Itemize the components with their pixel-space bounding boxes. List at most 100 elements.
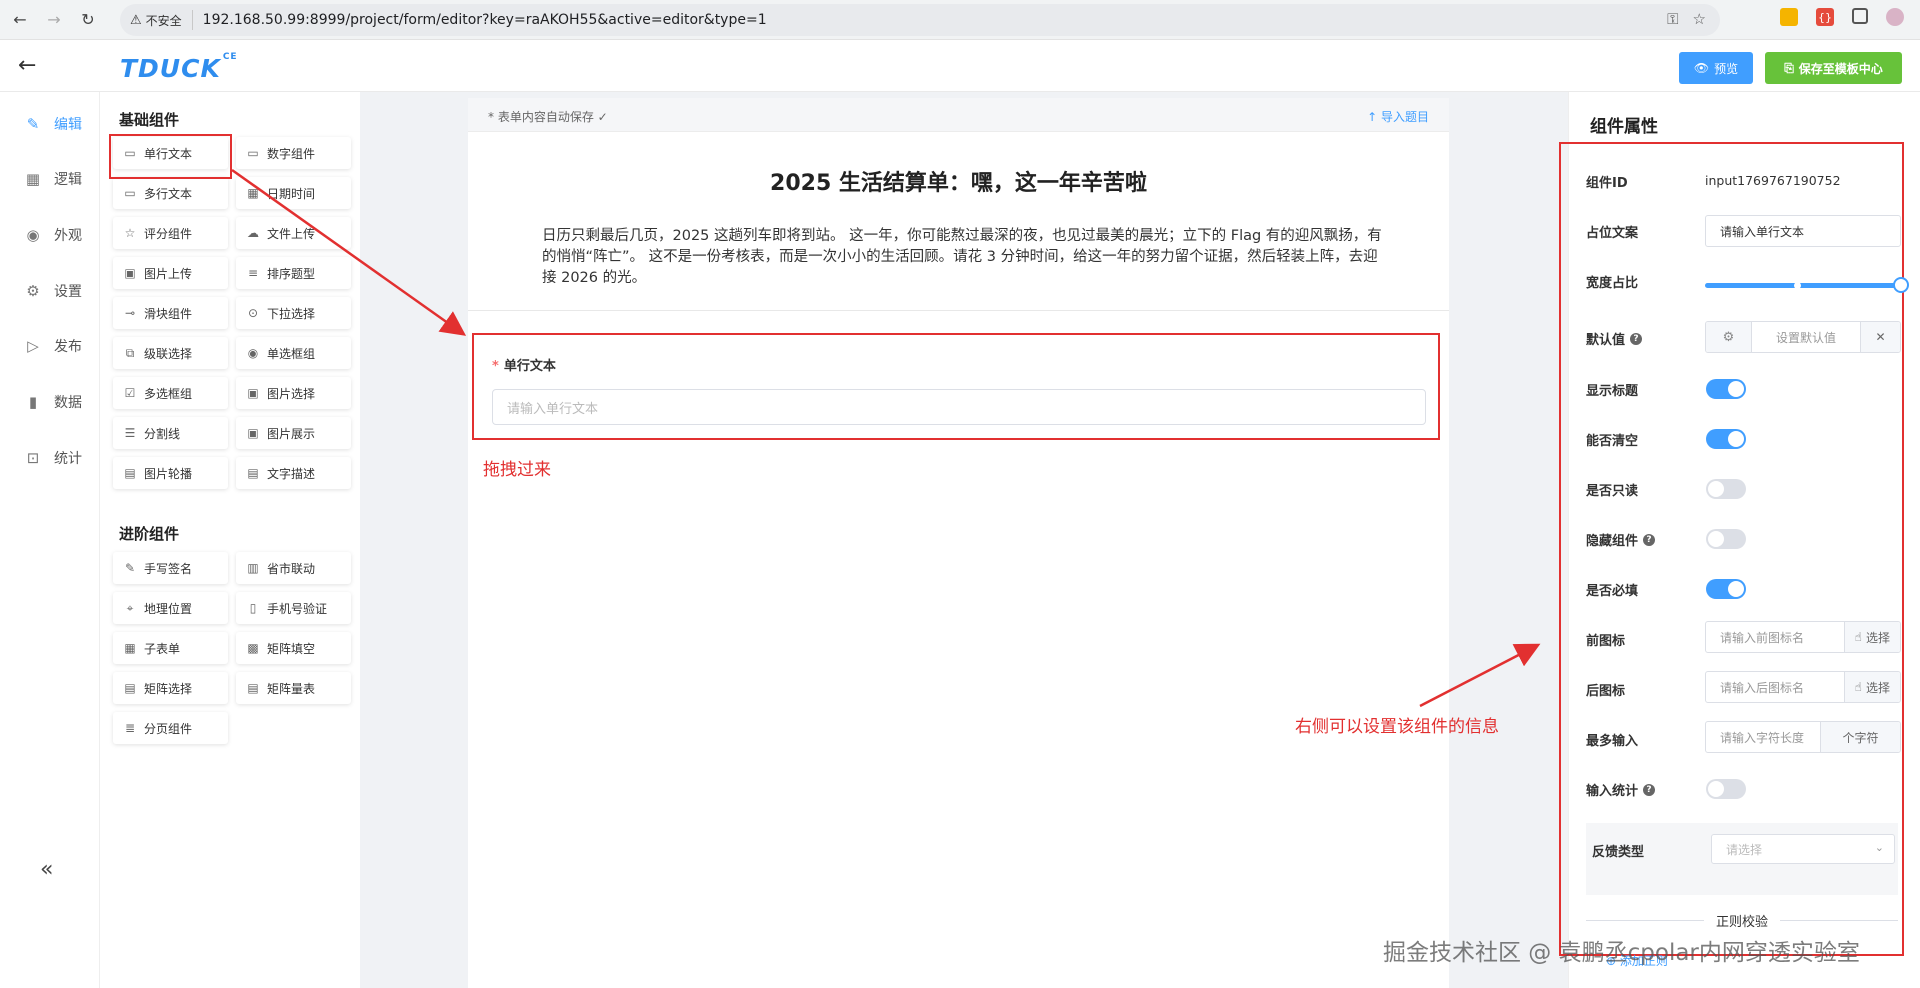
palette-item[interactable]: ▦ 日期时间: [236, 177, 351, 209]
palette-item[interactable]: ◉ 单选框组: [236, 337, 351, 369]
matrix-fill-icon: ▩: [247, 641, 259, 655]
building-icon: ▥: [247, 561, 259, 575]
edit-icon: ✎: [26, 115, 40, 133]
palette-item[interactable]: ▤ 矩阵量表: [236, 672, 351, 704]
palette-item[interactable]: ▤ 矩阵选择: [113, 672, 228, 704]
palette-item[interactable]: ▭ 多行文本: [113, 177, 228, 209]
app-logo: TDUCK CE: [120, 52, 238, 83]
extension-notes-icon[interactable]: [1780, 8, 1798, 26]
prop-label: 前图标: [1586, 634, 1626, 649]
signature-icon: ✎: [124, 561, 136, 575]
form-description[interactable]: 日历只剩最后几页，2025 这趟列车即将到站。 这一年，你可能熬过最深的夜，也见…: [542, 226, 1382, 289]
palette-item[interactable]: ▭ 数字组件: [236, 137, 351, 169]
clear-icon[interactable]: ✕: [1860, 322, 1900, 352]
prop-label: 显示标题: [1586, 384, 1639, 399]
settings-icon[interactable]: ⚙: [1706, 322, 1752, 352]
palette-item[interactable]: ☆ 评分组件: [113, 217, 228, 249]
palette-item[interactable]: ☑ 多选框组: [113, 377, 228, 409]
palette-item[interactable]: ▦ 子表单: [113, 632, 228, 664]
palette-item[interactable]: ▣ 图片展示: [236, 417, 351, 449]
eye-icon: 👁: [1693, 61, 1710, 75]
pagination-icon: ≣: [124, 721, 136, 735]
nav-item-data[interactable]: ▮ 数据: [24, 392, 82, 412]
width-slider[interactable]: [1705, 283, 1901, 288]
palette-item[interactable]: ≣ 分页组件: [113, 712, 228, 744]
prop-label: 后图标: [1586, 684, 1626, 699]
palette-item[interactable]: ▤ 文字描述: [236, 457, 351, 489]
nav-item-logic[interactable]: ▦ 逻辑: [24, 169, 82, 189]
palette-item[interactable]: ⊸ 滑块组件: [113, 297, 228, 329]
preview-button[interactable]: 👁 预览: [1679, 52, 1753, 84]
autosave-status: * 表单内容自动保存 ✓: [488, 110, 608, 124]
palette-item[interactable]: ✎ 手写签名: [113, 552, 228, 584]
security-indicator[interactable]: ⚠ 不安全: [130, 10, 193, 30]
text-desc-icon: ▤: [247, 466, 259, 480]
palette-item[interactable]: ☰ 分割线: [113, 417, 228, 449]
key-icon[interactable]: ⚿: [1667, 10, 1678, 28]
select-prefix-button[interactable]: ☝ 选择: [1843, 622, 1900, 652]
palette-item[interactable]: ≡ 排序题型: [236, 257, 351, 289]
reload-icon[interactable]: ↻: [74, 6, 102, 34]
divider: [468, 310, 1449, 311]
palette-item[interactable]: ▣ 图片上传: [113, 257, 228, 289]
palette-item[interactable]: ▯ 手机号验证: [236, 592, 351, 624]
profile-avatar[interactable]: [1886, 8, 1904, 26]
palette-item[interactable]: ▥ 省市联动: [236, 552, 351, 584]
drag-annotation: 拖拽过来: [483, 460, 551, 480]
save-template-button[interactable]: ⎘ 保存至模板中心: [1765, 52, 1902, 84]
required-switch[interactable]: [1706, 579, 1746, 599]
back-icon[interactable]: ←: [6, 6, 34, 34]
star-icon[interactable]: ☆: [1693, 10, 1706, 28]
help-icon: ?: [1643, 533, 1656, 546]
prop-label: 默认值?: [1586, 329, 1643, 348]
nav-item-settings[interactable]: ⚙ 设置: [24, 281, 82, 301]
nav-item-stats[interactable]: ⊡ 统计: [24, 448, 82, 468]
palette-item[interactable]: ▤ 图片轮播: [113, 457, 228, 489]
single-text-input[interactable]: 请输入单行文本: [492, 389, 1426, 425]
slider-stop: [1794, 282, 1801, 289]
palette-item[interactable]: ⌖ 地理位置: [113, 592, 228, 624]
address-bar[interactable]: ⚠ 不安全 192.168.50.99:8999/project/form/ed…: [120, 4, 1720, 36]
palette-item[interactable]: ☁ 文件上传: [236, 217, 351, 249]
right-annotation: 右侧可以设置该组件的信息: [1295, 717, 1499, 737]
calendar-icon: ▦: [247, 186, 259, 200]
double-chevron-left-icon[interactable]: «: [40, 857, 53, 882]
show-label-switch[interactable]: [1706, 379, 1746, 399]
prefix-icon-input[interactable]: 请输入前图标名 ☝ 选择: [1705, 621, 1901, 653]
checkbox-icon: ☑: [124, 386, 136, 400]
extension-red-icon[interactable]: {}: [1816, 8, 1834, 26]
regex-title: 正则校验: [1704, 911, 1781, 930]
forward-icon[interactable]: →: [40, 6, 68, 34]
form-field-single-text[interactable]: * 单行文本 请输入单行文本: [472, 333, 1440, 440]
nav-item-publish[interactable]: ▷ 发布: [24, 336, 82, 356]
phone-icon: ▯: [249, 601, 257, 615]
clearable-switch[interactable]: [1706, 429, 1746, 449]
word-count-switch[interactable]: [1706, 779, 1746, 799]
prop-label: 输入统计?: [1586, 780, 1656, 799]
cascade-icon: ⧉: [125, 345, 135, 360]
textarea-icon: ▭: [124, 186, 136, 200]
nav-item-edit[interactable]: ✎ 编辑: [24, 114, 82, 134]
feedback-type-select[interactable]: 请选择 ⌄: [1711, 834, 1895, 864]
hidden-switch[interactable]: [1706, 529, 1746, 549]
puzzle-icon[interactable]: [1852, 8, 1868, 24]
suffix-icon-input[interactable]: 请输入后图标名 ☝ 选择: [1705, 671, 1901, 703]
maxlength-input[interactable]: 请输入字符长度 个字符: [1705, 721, 1901, 753]
carousel-icon: ▤: [124, 466, 136, 480]
palette-item[interactable]: ⊙ 下拉选择: [236, 297, 351, 329]
import-questions-link[interactable]: ↑ 导入题目: [1367, 108, 1429, 125]
matrix-scale-icon: ▤: [247, 681, 259, 695]
form-title[interactable]: 2025 生活结算单：嘿，这一年辛苦啦: [468, 165, 1449, 197]
readonly-switch[interactable]: [1706, 479, 1746, 499]
back-arrow-icon[interactable]: ←: [18, 53, 36, 78]
nav-item-appearance[interactable]: ◉ 外观: [24, 225, 82, 245]
palette-item[interactable]: ⧉ 级联选择: [113, 337, 228, 369]
dropdown-icon: ⊙: [247, 306, 259, 320]
placeholder-input[interactable]: 请输入单行文本: [1705, 215, 1901, 247]
default-value-input[interactable]: ⚙ 设置默认值 ✕: [1705, 321, 1901, 353]
select-suffix-button[interactable]: ☝ 选择: [1843, 672, 1900, 702]
palette-item[interactable]: ▣ 图片选择: [236, 377, 351, 409]
width-slider-handle[interactable]: [1893, 277, 1909, 293]
slider-icon: ⊸: [124, 306, 136, 320]
palette-item[interactable]: ▩ 矩阵填空: [236, 632, 351, 664]
